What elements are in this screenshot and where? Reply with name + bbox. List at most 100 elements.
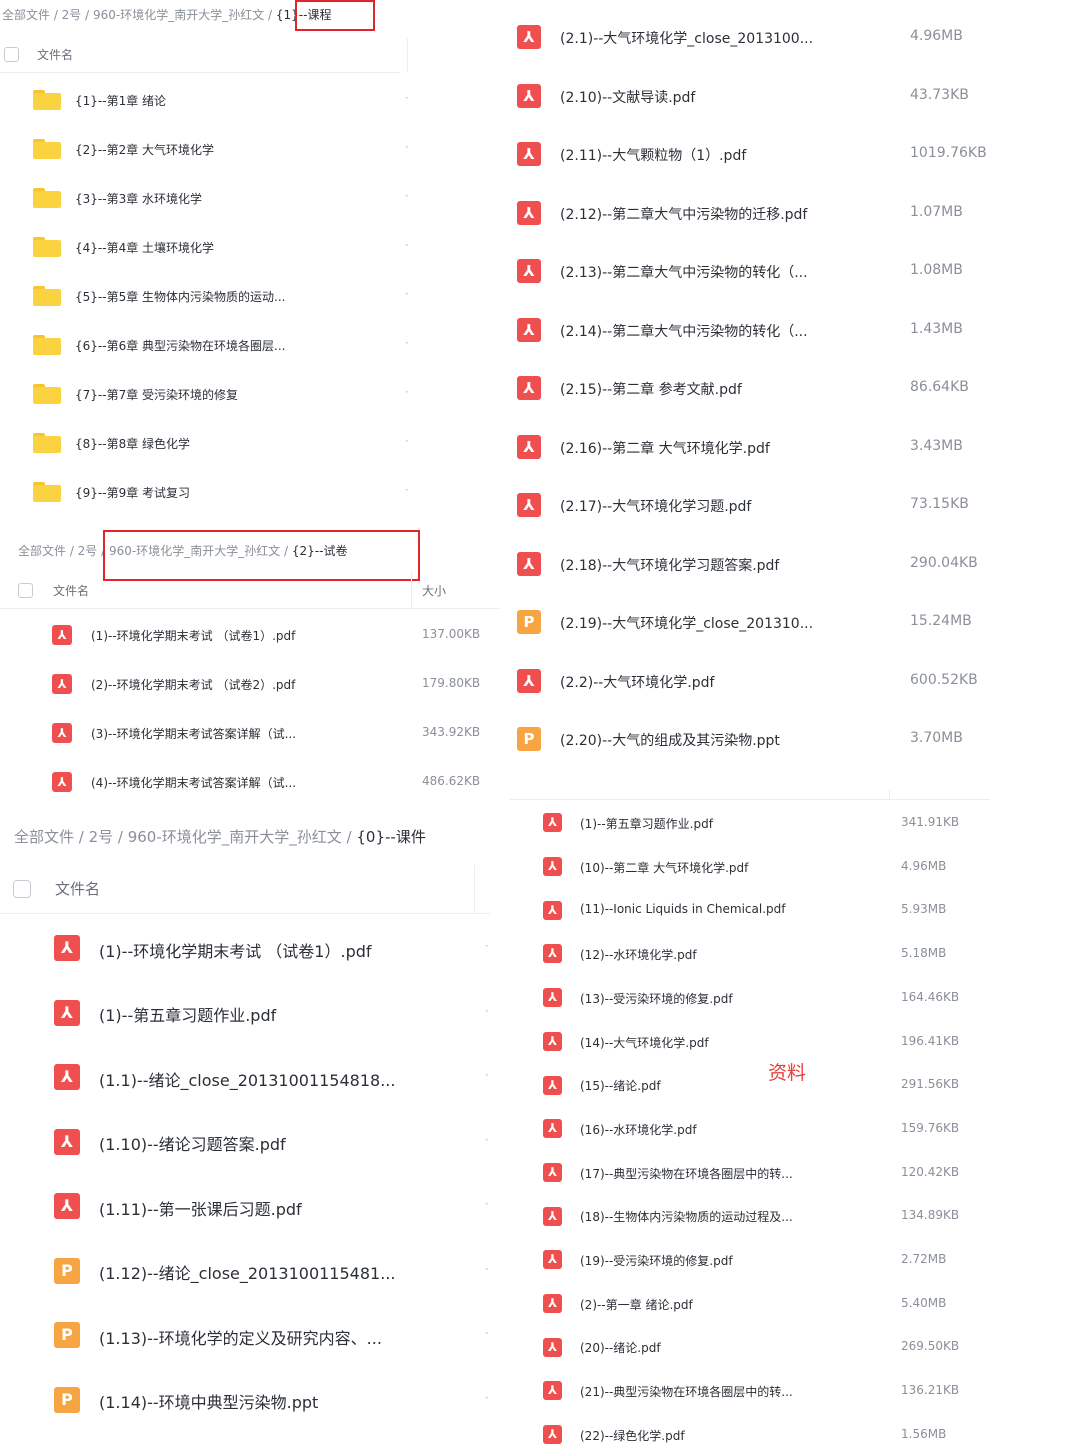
more-options-handle[interactable]: ·: [485, 939, 489, 953]
file-name[interactable]: (1.14)--环境中典型污染物.ppt: [99, 1389, 318, 1413]
file-name[interactable]: (1)--环境化学期末考试 （试卷1）.pdf: [91, 627, 295, 644]
file-name[interactable]: (2.16)--第二章 大气环境化学.pdf: [560, 438, 770, 458]
list-item[interactable]: P (2.19)--大气环境化学_close_201310... 15.24MB: [505, 593, 1080, 652]
file-name[interactable]: {6}--第6章 典型污染物在环境各圈层...: [75, 337, 285, 354]
list-item[interactable]: ⅄ (2)--第一章 绪论.pdf 5.40MB: [510, 1282, 1080, 1326]
list-item[interactable]: {8}--第8章 绿色化学 ·: [0, 418, 410, 467]
list-item[interactable]: ⅄ (11)--Ionic Liquids in Chemical.pdf 5.93…: [510, 888, 1080, 932]
file-name[interactable]: (10)--第二章 大气环境化学.pdf: [580, 859, 748, 876]
file-name[interactable]: {3}--第3章 水环境化学: [75, 190, 202, 207]
list-item[interactable]: ⅄ (2.12)--第二章大气中污染物的迁移.pdf 1.07MB: [505, 184, 1080, 243]
file-name[interactable]: {1}--第1章 绪论: [75, 92, 166, 109]
file-name[interactable]: (2.14)--第二章大气中污染物的转化（...: [560, 321, 808, 341]
list-item[interactable]: ⅄ (1)--环境化学期末考试 （试卷1）.pdf ·: [0, 916, 500, 981]
more-options-handle[interactable]: ·: [405, 91, 409, 105]
more-options-handle[interactable]: ·: [405, 483, 409, 497]
file-name[interactable]: (12)--水环境化学.pdf: [580, 946, 697, 963]
column-header-name[interactable]: 文件名: [53, 582, 89, 599]
list-item[interactable]: ⅄ (17)--典型污染物在环境各圈层中的转... 120.42KB: [510, 1151, 1080, 1195]
more-options-handle[interactable]: ·: [485, 1068, 489, 1082]
list-item[interactable]: ⅄ (1.10)--绪论习题答案.pdf ·: [0, 1110, 500, 1175]
file-name[interactable]: (2.15)--第二章 参考文献.pdf: [560, 379, 742, 399]
list-item[interactable]: ⅄ (20)--绪论.pdf 269.50KB: [510, 1325, 1080, 1369]
file-name[interactable]: (17)--典型污染物在环境各圈层中的转...: [580, 1165, 793, 1182]
select-all-checkbox[interactable]: [13, 880, 31, 898]
more-options-handle[interactable]: ·: [485, 1004, 489, 1018]
list-item[interactable]: {6}--第6章 典型污染物在环境各圈层... ·: [0, 320, 410, 369]
file-name[interactable]: (2)--环境化学期末考试 （试卷2）.pdf: [91, 676, 295, 693]
more-options-handle[interactable]: ·: [405, 434, 409, 448]
more-options-handle[interactable]: ·: [405, 336, 409, 350]
column-header-name[interactable]: 文件名: [55, 878, 100, 899]
file-name[interactable]: (1.1)--绪论_close_20131001154818...: [99, 1067, 395, 1091]
file-name[interactable]: (1.11)--第一张课后习题.pdf: [99, 1196, 302, 1220]
list-item[interactable]: P (1.12)--绪论_close_2013100115481... ·: [0, 1239, 500, 1304]
list-item[interactable]: ⅄ (13)--受污染环境的修复.pdf 164.46KB: [510, 976, 1080, 1020]
file-name[interactable]: (20)--绪论.pdf: [580, 1339, 661, 1356]
list-item[interactable]: ⅄ (2.14)--第二章大气中污染物的转化（... 1.43MB: [505, 301, 1080, 360]
file-name[interactable]: {5}--第5章 生物体内污染物质的运动...: [75, 288, 285, 305]
file-name[interactable]: (2.18)--大气环境化学习题答案.pdf: [560, 555, 779, 575]
file-name[interactable]: {8}--第8章 绿色化学: [75, 435, 190, 452]
file-name[interactable]: (1)--第五章习题作业.pdf: [580, 815, 713, 832]
list-item[interactable]: {4}--第4章 土壤环境化学 ·: [0, 222, 410, 271]
list-item[interactable]: ⅄ (12)--水环境化学.pdf 5.18MB: [510, 932, 1080, 976]
file-name[interactable]: (16)--水环境化学.pdf: [580, 1121, 697, 1138]
list-item[interactable]: P (1.13)--环境化学的定义及研究内容、... ·: [0, 1303, 500, 1368]
breadcrumb-path[interactable]: 全部文件 / 2号 / 960-环境化学_南开大学_孙红文 /: [2, 8, 276, 22]
list-item[interactable]: P (1.14)--环境中典型污染物.ppt ·: [0, 1368, 500, 1433]
list-item[interactable]: ⅄ (22)--绿色化学.pdf 1.56MB: [510, 1413, 1080, 1456]
file-name[interactable]: (2.19)--大气环境化学_close_201310...: [560, 613, 813, 633]
list-item[interactable]: ⅄ (2.2)--大气环境化学.pdf 600.52KB: [505, 652, 1080, 711]
file-name[interactable]: {2}--第2章 大气环境化学: [75, 141, 214, 158]
more-options-handle[interactable]: ·: [485, 1326, 489, 1340]
file-name[interactable]: (3)--环境化学期末考试答案详解（试...: [91, 725, 296, 742]
file-name[interactable]: (14)--大气环境化学.pdf: [580, 1034, 709, 1051]
file-name[interactable]: (19)--受污染环境的修复.pdf: [580, 1252, 733, 1269]
file-name[interactable]: (2.11)--大气颗粒物（1）.pdf: [560, 145, 746, 165]
list-item[interactable]: P (2.20)--大气的组成及其污染物.ppt 3.70MB: [505, 710, 1080, 769]
file-name[interactable]: (2.2)--大气环境化学.pdf: [560, 672, 714, 692]
file-name[interactable]: (2.20)--大气的组成及其污染物.ppt: [560, 730, 780, 750]
more-options-handle[interactable]: ·: [485, 1197, 489, 1211]
file-name[interactable]: (15)--绪论.pdf: [580, 1077, 661, 1094]
list-item[interactable]: {5}--第5章 生物体内污染物质的运动... ·: [0, 271, 410, 320]
file-name[interactable]: (1.12)--绪论_close_2013100115481...: [99, 1260, 395, 1284]
list-item[interactable]: ⅄ (15)--绪论.pdf 291.56KB: [510, 1063, 1080, 1107]
file-name[interactable]: (21)--典型污染物在环境各圈层中的转...: [580, 1383, 793, 1400]
file-name[interactable]: (22)--绿色化学.pdf: [580, 1427, 685, 1444]
more-options-handle[interactable]: ·: [485, 1133, 489, 1147]
file-name[interactable]: {4}--第4章 土壤环境化学: [75, 239, 214, 256]
file-name[interactable]: (1)--环境化学期末考试 （试卷1）.pdf: [99, 938, 372, 962]
file-name[interactable]: (2.1)--大气环境化学_close_2013100...: [560, 28, 813, 48]
file-name[interactable]: (1.13)--环境化学的定义及研究内容、...: [99, 1325, 382, 1349]
list-item[interactable]: ⅄ (10)--第二章 大气环境化学.pdf 4.96MB: [510, 845, 1080, 889]
list-item[interactable]: {1}--第1章 绪论 ·: [0, 75, 410, 124]
file-name[interactable]: {7}--第7章 受污染环境的修复: [75, 386, 238, 403]
list-item[interactable]: ⅄ (1)--第五章习题作业.pdf 341.91KB: [510, 801, 1080, 845]
list-item[interactable]: ⅄ (2.17)--大气环境化学习题.pdf 73.15KB: [505, 476, 1080, 535]
more-options-handle[interactable]: ·: [405, 189, 409, 203]
file-name[interactable]: (2.17)--大气环境化学习题.pdf: [560, 496, 751, 516]
file-name[interactable]: (1.10)--绪论习题答案.pdf: [99, 1131, 286, 1155]
list-item[interactable]: ⅄ (16)--水环境化学.pdf 159.76KB: [510, 1107, 1080, 1151]
list-item[interactable]: ⅄ (1)--第五章习题作业.pdf ·: [0, 981, 500, 1046]
file-name[interactable]: (11)--Ionic Liquids in Chemical.pdf: [580, 902, 786, 916]
file-name[interactable]: (2)--第一章 绪论.pdf: [580, 1296, 693, 1313]
list-item[interactable]: ⅄ (1.11)--第一张课后习题.pdf ·: [0, 1174, 500, 1239]
list-item[interactable]: ⅄ (2)--环境化学期末考试 （试卷2）.pdf 179.80KB: [0, 659, 500, 708]
file-name[interactable]: (2.12)--第二章大气中污染物的迁移.pdf: [560, 204, 807, 224]
file-name[interactable]: (2.13)--第二章大气中污染物的转化（...: [560, 262, 808, 282]
column-header-size[interactable]: 大小: [422, 582, 446, 599]
file-name[interactable]: (2.10)--文献导读.pdf: [560, 87, 695, 107]
breadcrumb-path[interactable]: 全部文件 / 2号 / 960-环境化学_南开大学_孙红文 /: [14, 828, 356, 846]
list-item[interactable]: ⅄ (2.18)--大气环境化学习题答案.pdf 290.04KB: [505, 535, 1080, 594]
list-item[interactable]: {9}--第9章 考试复习 ·: [0, 467, 410, 516]
list-item[interactable]: {7}--第7章 受污染环境的修复 ·: [0, 369, 410, 418]
list-item[interactable]: {2}--第2章 大气环境化学 ·: [0, 124, 410, 173]
list-item[interactable]: ⅄ (2.13)--第二章大气中污染物的转化（... 1.08MB: [505, 242, 1080, 301]
file-name[interactable]: {9}--第9章 考试复习: [75, 484, 190, 501]
list-item[interactable]: ⅄ (21)--典型污染物在环境各圈层中的转... 136.21KB: [510, 1369, 1080, 1413]
list-item[interactable]: ⅄ (2.15)--第二章 参考文献.pdf 86.64KB: [505, 359, 1080, 418]
list-item[interactable]: ⅄ (14)--大气环境化学.pdf 196.41KB: [510, 1020, 1080, 1064]
